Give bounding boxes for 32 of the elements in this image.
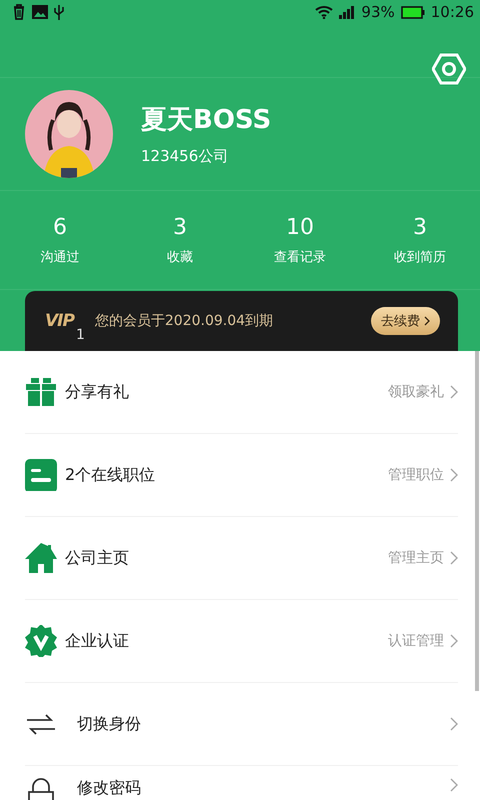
company-name: 123456公司 xyxy=(141,147,230,166)
menu-item[interactable]: 企业认证 认证管理 xyxy=(25,600,458,683)
gift-icon xyxy=(25,376,57,408)
user-name: 夏天BOSS xyxy=(141,104,272,137)
menu-item[interactable]: 切换身份 xyxy=(25,683,458,766)
menu-item[interactable]: 公司主页 管理主页 xyxy=(25,517,458,600)
trash-icon xyxy=(12,4,26,20)
vip-level: 1 xyxy=(76,327,85,343)
chevron-icon xyxy=(450,385,458,399)
settings-icon xyxy=(432,53,466,85)
battery-percent: 93% xyxy=(361,4,395,20)
renew-button[interactable]: 去续费 xyxy=(371,307,440,335)
image-icon xyxy=(32,5,48,19)
wifi-icon xyxy=(315,5,334,19)
chevron-icon xyxy=(424,316,430,326)
chevron-icon xyxy=(450,551,458,565)
vip-expiry-text: 您的会员于2020.09.04到期 xyxy=(94,312,274,330)
chevron-icon xyxy=(450,778,458,792)
usb-icon xyxy=(54,4,64,20)
menu-item[interactable]: 2个在线职位 管理职位 xyxy=(25,434,458,517)
menu-item[interactable]: 修改密码 xyxy=(25,766,458,800)
menu-item[interactable]: 分享有礼 领取豪礼 xyxy=(25,351,458,434)
vip-label: VIP xyxy=(45,311,74,331)
chevron-icon xyxy=(450,468,458,482)
clock: 10:26 xyxy=(430,4,474,20)
signal-icon xyxy=(339,5,356,19)
chevron-icon xyxy=(450,717,458,731)
chevron-icon xyxy=(450,634,458,648)
verified-badge-icon xyxy=(25,625,57,657)
house-icon xyxy=(25,542,57,574)
list-icon xyxy=(25,459,57,491)
battery-icon xyxy=(400,6,425,18)
